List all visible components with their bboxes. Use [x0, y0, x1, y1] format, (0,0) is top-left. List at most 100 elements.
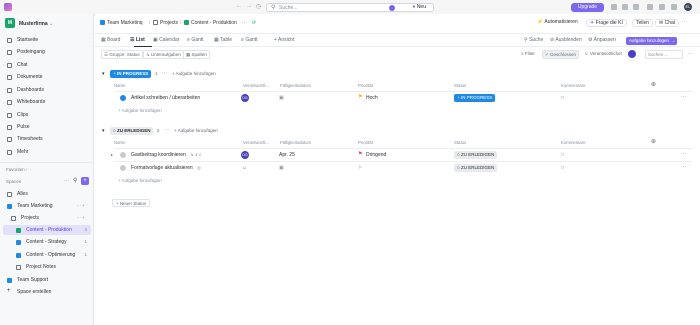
back-arrow-icon[interactable]: ← [236, 3, 242, 9]
more-icon[interactable]: ··· [242, 20, 247, 26]
sidebar-item-pulse[interactable]: Pulse [3, 122, 91, 132]
expand-subtasks-icon[interactable]: ▸ [111, 152, 113, 157]
group-add-task-button[interactable]: + Aufgabe hinzufügen [174, 128, 218, 133]
sidebar-item-startseite[interactable]: Startseite [3, 35, 91, 45]
group-add-task-button[interactable]: + Aufgabe hinzufügen [172, 71, 216, 76]
column-due[interactable]: Fälligkeitsdatum [280, 83, 311, 88]
share-button[interactable]: Teilen [632, 19, 654, 27]
add-task-row[interactable]: + Aufgabe hinzufügen [118, 108, 162, 113]
comment-icon[interactable]: □ [561, 165, 564, 171]
calendar-icon[interactable]: ▣ [279, 165, 284, 171]
status-icon[interactable] [120, 95, 126, 101]
column-status[interactable]: Status [454, 140, 466, 145]
task-name[interactable]: Artikel schreiben / überarbeiten [131, 95, 200, 101]
workspace-name[interactable]: Musterfirma ⌄ [19, 21, 53, 27]
sidebar-item-dokumente[interactable]: Dokumente [3, 72, 91, 82]
calendar-icon[interactable]: ▣ [279, 95, 284, 101]
sidebar-item-project-notes[interactable]: Project Notes [3, 262, 91, 272]
favorites-section[interactable]: Favoriten › [6, 167, 28, 172]
status-badge[interactable]: ○ ZU ERLEDIGEN [110, 127, 154, 135]
column-comments[interactable]: Kommentare [561, 140, 586, 145]
more-icon[interactable]: ··· [688, 51, 693, 56]
new-button[interactable]: ● Neu [408, 4, 430, 11]
breadcrumb-folder[interactable]: Projects [160, 20, 178, 26]
history-icon[interactable]: ◷ [256, 3, 261, 10]
assignee-filter[interactable]: ☺ Verantwortlicher [584, 51, 622, 56]
search-button[interactable]: ⚲ Suche [524, 37, 543, 43]
sidebar-item-content-strategy[interactable]: Content - Strategy 1 [3, 237, 91, 247]
sidebar-item-space-erstellen[interactable]: + Space erstellen [3, 287, 91, 297]
row-more-icon[interactable]: ··· [681, 151, 686, 157]
add-task-row[interactable]: + Aufgabe hinzufügen [118, 178, 162, 183]
user-avatar[interactable]: EL [684, 3, 692, 11]
user-avatar[interactable] [628, 50, 636, 58]
more-icon[interactable]: ··· [162, 70, 167, 76]
sidebar-item-timesheets[interactable]: Timesheets [3, 134, 91, 144]
assignee-avatar[interactable]: DG [241, 151, 249, 159]
spaces-search-icon[interactable]: ⚲ [73, 177, 77, 184]
add-task-button[interactable]: Aufgabe hinzufügen [626, 37, 673, 45]
table-row[interactable]: Formatvorlage aktualisieren ◎ ☺ ▣ ⚐ ○ ZU… [114, 161, 692, 174]
tab-board[interactable]: ▦ Board [101, 37, 120, 43]
sidebar-item-team-support[interactable]: Team Support [3, 275, 91, 285]
assignee-avatar[interactable]: DG [241, 94, 249, 102]
status-badge[interactable]: ○ ZU ERLEDIGEN [454, 151, 498, 159]
add-space-icon[interactable]: + [81, 177, 89, 185]
sidebar-item-mehr[interactable]: Mehr [3, 147, 91, 157]
chat-button[interactable]: ✉ Chat [655, 19, 680, 27]
priority-flag-icon[interactable]: ⚐ [358, 165, 362, 171]
tab-gantt[interactable]: ≡ Gantt [187, 37, 204, 43]
tab-gantt-2[interactable]: ≡ Gantt [241, 37, 258, 43]
new-status-button[interactable]: + Neuer Status [112, 199, 151, 207]
comment-icon[interactable]: □ [561, 95, 564, 101]
refresh-icon[interactable]: ⟳ [252, 20, 256, 26]
subtasks-button[interactable]: ↳ Unteraufgaben [143, 50, 184, 59]
forward-arrow-icon[interactable]: → [246, 3, 252, 9]
tab-list[interactable]: ☰ List [130, 37, 145, 43]
table-row[interactable]: ▸ Gastbeitrag koordinieren ↳ 1 ≡ DG Apr.… [111, 148, 692, 161]
space-actions-icon[interactable]: ··· + [77, 203, 85, 208]
add-column-icon[interactable]: ⊕ [651, 81, 656, 88]
task-name[interactable]: Formatvorlage aktualisieren [131, 165, 193, 171]
task-search-input[interactable]: Suchen ... [645, 50, 683, 59]
sidebar-item-content-optimierung[interactable]: Content - Optimierung 1 [3, 250, 91, 260]
status-badge[interactable]: ◔ IN PROGRESS [110, 70, 152, 78]
status-icon[interactable] [120, 152, 126, 158]
sidebar-item-content-produktion[interactable]: Content - Produktion 3 [3, 225, 91, 235]
column-name[interactable]: Name [114, 83, 125, 88]
workspace-avatar[interactable]: M [5, 18, 15, 28]
add-assignee-icon[interactable]: ☺ [242, 165, 247, 171]
notes-icon[interactable] [611, 4, 617, 10]
collapse-icon[interactable]: ▾ [102, 128, 105, 134]
more-icon[interactable]: ··· [164, 127, 169, 133]
app-logo-icon[interactable] [4, 3, 12, 11]
group-by-button[interactable]: ☰ Gruppe: Status [101, 50, 143, 59]
add-view-button[interactable]: + Ansicht [274, 37, 294, 43]
ai-icon[interactable] [389, 5, 395, 11]
column-assignee[interactable]: Verantwortli... [243, 140, 269, 145]
global-search-input[interactable]: ⚲ Suche... ● Neu [266, 3, 434, 12]
column-name[interactable]: Name [114, 140, 125, 145]
sidebar-item-whiteboards[interactable]: Whiteboards [3, 97, 91, 107]
sidebar-item-team-marketing[interactable]: Team Marketing ··· + [3, 201, 91, 211]
status-icon[interactable] [120, 165, 126, 171]
notifications-icon[interactable] [659, 4, 665, 10]
apps-icon[interactable] [671, 4, 677, 10]
upgrade-button[interactable]: Upgrade [571, 3, 604, 12]
due-date[interactable]: Apr. 25 [279, 152, 295, 158]
sidebar-item-chat[interactable]: Chat [3, 60, 91, 70]
column-priority[interactable]: Priorität [358, 140, 373, 145]
tag-icon[interactable]: ◎ [197, 165, 201, 171]
status-badge[interactable]: ◔ IN PROGRESS [454, 94, 496, 102]
sidebar-item-posteingang[interactable]: Posteingang [3, 47, 91, 57]
subtask-count[interactable]: ↳ 1 ≡ [190, 152, 201, 158]
column-due[interactable]: Fälligkeitsdatum [280, 140, 311, 145]
status-badge[interactable]: ○ ZU ERLEDIGEN [454, 164, 498, 172]
column-status[interactable]: Status [454, 83, 466, 88]
sidebar-item-clips[interactable]: Clips [3, 110, 91, 120]
closed-toggle[interactable]: ✓ Geschlossen [542, 50, 580, 59]
breadcrumb-list[interactable]: Content - Produktion [191, 20, 237, 26]
add-task-dropdown-icon[interactable]: ⌄ [670, 37, 677, 45]
column-comments[interactable]: Kommentare [561, 83, 586, 88]
columns-button[interactable]: ▦ Spalten [183, 50, 210, 59]
